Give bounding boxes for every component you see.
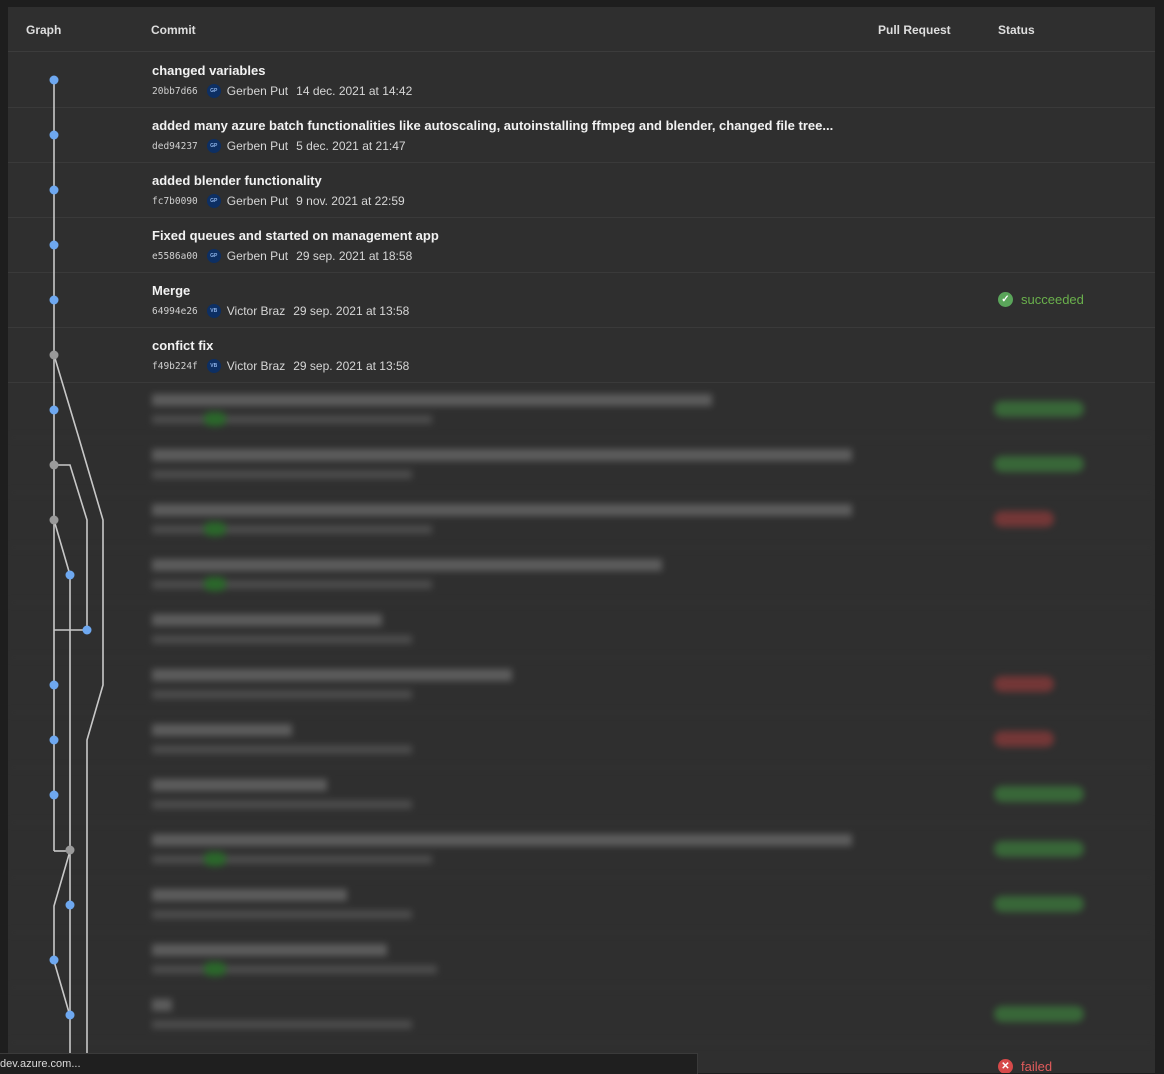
commit-row[interactable]: Fixed queues and started on management a… (8, 217, 1155, 273)
commit-node (49, 75, 59, 85)
commit-hash[interactable]: 20bb7d66 (152, 86, 198, 97)
commit-message[interactable]: Fixed queues and started on management a… (152, 228, 439, 243)
commits-panel: Graph Commit Pull Request Status changed… (8, 7, 1155, 1073)
obscured-row (8, 657, 1155, 713)
commit-node (49, 955, 59, 965)
commit-row[interactable]: added many azure batch functionalities l… (8, 107, 1155, 163)
commit-node (49, 680, 59, 690)
commit-row[interactable]: confict fix f49b224f VB Victor Braz 29 s… (8, 327, 1155, 383)
obscured-row (8, 822, 1155, 878)
error-circle-icon: ✕ (998, 1059, 1013, 1073)
commit-node (65, 1010, 75, 1020)
obscured-row (8, 602, 1155, 658)
commit-hash[interactable]: e5586a00 (152, 251, 198, 262)
commit-author: Gerben Put (226, 194, 289, 208)
avatar: VB (206, 359, 221, 373)
commit-message[interactable]: confict fix (152, 338, 213, 353)
commit-author: Victor Braz (226, 359, 286, 373)
commit-node (65, 900, 75, 910)
commit-message[interactable]: changed variables (152, 63, 265, 78)
commit-hash[interactable]: fc7b0090 (152, 196, 198, 207)
commit-meta: fc7b0090 GP Gerben Put 9 nov. 2021 at 22… (152, 194, 405, 208)
commit-row[interactable]: added blender functionality fc7b0090 GP … (8, 162, 1155, 218)
commit-meta: f49b224f VB Victor Braz 29 sep. 2021 at … (152, 359, 409, 373)
commit-meta: ded94237 GP Gerben Put 5 dec. 2021 at 21… (152, 139, 406, 153)
commit-meta: e5586a00 GP Gerben Put 29 sep. 2021 at 1… (152, 249, 412, 263)
commit-date: 29 sep. 2021 at 18:58 (296, 249, 413, 263)
merge-node (49, 350, 59, 360)
check-circle-icon: ✓ (998, 292, 1013, 307)
link-url-text: dev.azure.com... (0, 1058, 81, 1070)
commit-node (49, 735, 59, 745)
commit-author: Gerben Put (226, 84, 289, 98)
merge-node (49, 515, 59, 525)
commit-message[interactable]: Merge (152, 283, 190, 298)
avatar: GP (206, 249, 221, 263)
commit-meta: 64994e26 VB Victor Braz 29 sep. 2021 at … (152, 304, 409, 318)
obscured-row (8, 712, 1155, 768)
obscured-row (8, 437, 1155, 493)
obscured-row (8, 492, 1155, 548)
commit-message[interactable]: added blender functionality (152, 173, 322, 188)
obscured-row (8, 547, 1155, 603)
build-status-failed[interactable]: ✕ failed (998, 1059, 1052, 1073)
commit-date: 29 sep. 2021 at 13:58 (293, 304, 410, 318)
merge-node (65, 845, 75, 855)
obscured-row (8, 767, 1155, 823)
commit-author: Victor Braz (226, 304, 286, 318)
commit-meta: 20bb7d66 GP Gerben Put 14 dec. 2021 at 1… (152, 84, 412, 98)
commit-node (49, 405, 59, 415)
avatar: GP (206, 194, 221, 208)
commit-node (82, 625, 92, 635)
commit-node (49, 240, 59, 250)
commit-node (49, 295, 59, 305)
table-header: Graph Commit Pull Request Status (8, 7, 1155, 52)
commit-date: 9 nov. 2021 at 22:59 (296, 194, 405, 208)
column-header-commit: Commit (151, 23, 196, 37)
commit-hash[interactable]: 64994e26 (152, 306, 198, 317)
build-status[interactable]: ✓ succeeded (998, 292, 1084, 307)
obscured-row (8, 932, 1155, 988)
graph-lines (53, 80, 104, 1073)
commit-author: Gerben Put (226, 249, 289, 263)
commit-node (65, 570, 75, 580)
commit-hash[interactable]: ded94237 (152, 141, 198, 152)
commit-message[interactable]: added many azure batch functionalities l… (152, 118, 833, 133)
link-url-tooltip: dev.azure.com... (0, 1053, 698, 1074)
build-status-label: failed (1021, 1059, 1053, 1073)
commit-row[interactable]: Merge 64994e26 VB Victor Braz 29 sep. 20… (8, 272, 1155, 328)
commit-row[interactable]: changed variables 20bb7d66 GP Gerben Put… (8, 52, 1155, 108)
build-status-label: succeeded (1021, 292, 1084, 307)
obscured-row (8, 987, 1155, 1043)
commit-node (49, 790, 59, 800)
commit-graph (49, 75, 104, 1073)
commit-date: 14 dec. 2021 at 14:42 (296, 84, 413, 98)
commit-author: Gerben Put (226, 139, 289, 153)
commit-hash[interactable]: f49b224f (152, 361, 198, 372)
merge-node (49, 460, 59, 470)
column-header-pull-request: Pull Request (878, 23, 951, 37)
avatar: GP (206, 84, 221, 98)
commit-node (49, 130, 59, 140)
commit-date: 29 sep. 2021 at 13:58 (293, 359, 410, 373)
commit-node (49, 185, 59, 195)
commit-date: 5 dec. 2021 at 21:47 (296, 139, 406, 153)
avatar: GP (206, 139, 221, 153)
obscured-row (8, 877, 1155, 933)
column-header-status: Status (998, 23, 1035, 37)
avatar: VB (206, 304, 221, 318)
obscured-row (8, 382, 1155, 438)
